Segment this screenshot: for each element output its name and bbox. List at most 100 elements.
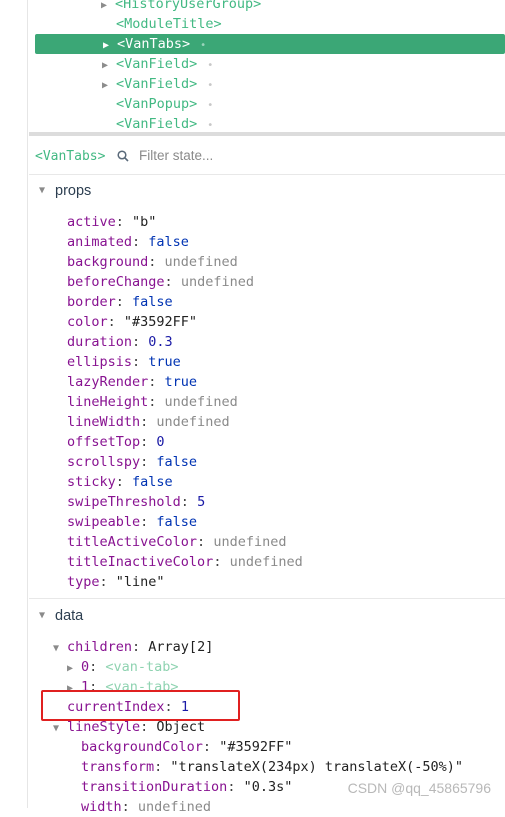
- prop-key: ellipsis: [67, 354, 133, 370]
- prop-value: undefined: [137, 799, 212, 815]
- data-row-children[interactable]: ▼ children: Array[2]: [53, 637, 213, 657]
- colon: :: [132, 354, 149, 370]
- tree-item-vanfield[interactable]: ▶ <VanField> •: [102, 74, 213, 94]
- prop-row[interactable]: ellipsis: true: [67, 352, 181, 372]
- prop-row[interactable]: swipeThreshold: 5: [67, 492, 205, 512]
- line-style-row[interactable]: width: undefined: [81, 797, 211, 817]
- props-section-header[interactable]: ▼ props: [29, 179, 505, 203]
- colon: :: [197, 534, 214, 550]
- prop-row[interactable]: background: undefined: [67, 252, 238, 272]
- dot-icon: •: [207, 100, 214, 111]
- tree-item-vanfield[interactable]: ▶ <VanField> •: [102, 54, 213, 74]
- expand-arrow-icon[interactable]: ▶: [103, 36, 117, 56]
- prop-value: 5: [197, 494, 206, 510]
- expand-arrow-icon[interactable]: ▶: [102, 76, 116, 96]
- selected-component-tag: <VanTabs>: [35, 149, 106, 164]
- prop-row[interactable]: duration: 0.3: [67, 332, 173, 352]
- colon: :: [148, 394, 165, 410]
- colon: :: [99, 574, 116, 590]
- prop-row[interactable]: beforeChange: undefined: [67, 272, 254, 292]
- colon: :: [140, 454, 157, 470]
- collapse-caret-icon[interactable]: ▼: [39, 179, 45, 203]
- prop-value: "translateX(234px) translateX(-50%)": [170, 759, 464, 775]
- prop-row[interactable]: active: "b": [67, 212, 156, 232]
- colon: :: [213, 554, 230, 570]
- prop-key: offsetTop: [67, 434, 141, 450]
- prop-key: titleInactiveColor: [67, 554, 214, 570]
- prop-key: duration: [67, 334, 133, 350]
- line-style-row[interactable]: transitionDuration: "0.3s": [81, 777, 292, 797]
- colon: :: [132, 234, 149, 250]
- colon: :: [115, 294, 133, 310]
- colon: :: [115, 214, 133, 230]
- expand-arrow-icon[interactable]: ▶: [67, 659, 81, 679]
- expand-arrow-icon[interactable]: ▶: [101, 0, 115, 16]
- dot-icon: •: [207, 60, 214, 71]
- data-section-header[interactable]: ▼ data: [29, 604, 505, 628]
- prop-key: sticky: [67, 474, 116, 490]
- prop-value: 0.3: [148, 334, 173, 350]
- prop-row[interactable]: color: "#3592FF": [67, 312, 197, 332]
- colon: :: [227, 779, 244, 795]
- colon: :: [202, 739, 220, 755]
- prop-key: active: [67, 214, 116, 230]
- dot-icon: •: [207, 80, 214, 91]
- prop-key: scrollspy: [67, 454, 141, 470]
- prop-key: beforeChange: [67, 274, 165, 290]
- prop-key: backgroundColor: [81, 739, 203, 755]
- collapse-caret-icon[interactable]: ▼: [53, 719, 67, 739]
- prop-value: "#3592FF": [123, 314, 198, 330]
- prop-value: false: [132, 294, 173, 310]
- prop-key: titleActiveColor: [67, 534, 198, 550]
- prop-key: border: [67, 294, 116, 310]
- colon: :: [107, 314, 124, 330]
- prop-key: type: [67, 574, 100, 590]
- prop-value: undefined: [156, 414, 230, 430]
- prop-value: false: [156, 514, 198, 530]
- expand-arrow-icon[interactable]: ▶: [102, 56, 116, 76]
- prop-value: true: [164, 374, 198, 390]
- colon: :: [148, 374, 165, 390]
- prop-key: lazyRender: [67, 374, 149, 390]
- colon: :: [154, 759, 171, 775]
- data-row-child-0[interactable]: ▶ 0: <van-tab>: [67, 657, 179, 677]
- prop-key: lineHeight: [67, 394, 149, 410]
- filter-state-input[interactable]: [137, 147, 341, 164]
- prop-row[interactable]: titleActiveColor: undefined: [67, 532, 286, 552]
- prop-value: "0.3s": [243, 779, 293, 795]
- prop-value: undefined: [213, 534, 287, 550]
- prop-row[interactable]: type: "line": [67, 572, 165, 592]
- prop-value: undefined: [229, 554, 303, 570]
- prop-key: swipeThreshold: [67, 494, 181, 510]
- line-style-row[interactable]: transform: "translateX(234px) translateX…: [81, 757, 463, 777]
- tree-item-moduletitle[interactable]: <ModuleTitle>: [116, 14, 222, 34]
- colon: :: [132, 334, 149, 350]
- tree-item-vantabs-selected[interactable]: ▶ <VanTabs> •: [35, 34, 505, 54]
- dot-icon: •: [207, 120, 214, 131]
- prop-row[interactable]: scrollspy: false: [67, 452, 197, 472]
- prop-row[interactable]: lineWidth: undefined: [67, 412, 230, 432]
- tree-item-vanpopup[interactable]: <VanPopup> •: [116, 94, 213, 114]
- collapse-caret-icon[interactable]: ▼: [39, 604, 45, 628]
- prop-row[interactable]: offsetTop: 0: [67, 432, 165, 452]
- tree-item-vanfield[interactable]: <VanField> •: [116, 114, 213, 134]
- state-filter-bar: <VanTabs>: [29, 140, 505, 175]
- line-style-row[interactable]: backgroundColor: "#3592FF": [81, 737, 292, 757]
- section-divider: [29, 598, 505, 599]
- watermark: CSDN @qq_45865796: [347, 780, 491, 796]
- horizontal-scrollbar[interactable]: [29, 132, 505, 136]
- prop-row[interactable]: lazyRender: true: [67, 372, 197, 392]
- prop-row[interactable]: border: false: [67, 292, 173, 312]
- prop-value: false: [132, 474, 173, 490]
- prop-row[interactable]: lineHeight: undefined: [67, 392, 238, 412]
- collapse-caret-icon[interactable]: ▼: [53, 639, 67, 659]
- tree-item-historyusergroup[interactable]: ▶ <HistoryUserGroup>: [101, 0, 261, 14]
- dot-icon: •: [200, 40, 207, 51]
- prop-value: "line": [115, 574, 165, 590]
- prop-key: color: [67, 314, 108, 330]
- prop-key: swipeable: [67, 514, 141, 530]
- prop-row[interactable]: swipeable: false: [67, 512, 197, 532]
- prop-row[interactable]: sticky: false: [67, 472, 173, 492]
- prop-row[interactable]: animated: false: [67, 232, 189, 252]
- prop-row[interactable]: titleInactiveColor: undefined: [67, 552, 303, 572]
